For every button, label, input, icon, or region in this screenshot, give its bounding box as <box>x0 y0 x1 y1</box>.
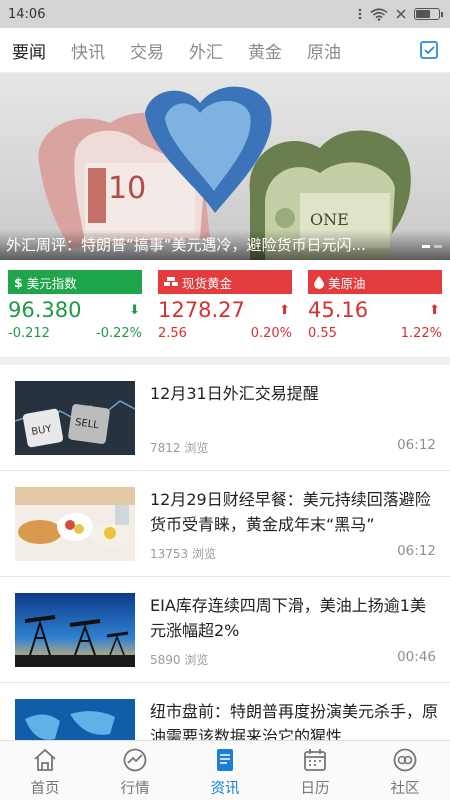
quote-change-pct: -0.22% <box>96 326 142 341</box>
signal-off-icon <box>396 9 406 19</box>
list-item[interactable]: 纽市盘前：特朗普再度扮演美元杀手，原油需要该数据来治它的猩性 <box>0 683 450 740</box>
news-thumbnail <box>15 593 135 667</box>
tab-crude-oil[interactable]: 原油 <box>307 38 341 63</box>
banner-dot <box>434 245 442 248</box>
tab-headlines[interactable]: 要闻 <box>12 38 46 63</box>
up-arrow-icon: ⬆ <box>279 302 290 318</box>
quote-tag: 现货黄金 <box>158 270 292 294</box>
quote-change: 0.55 <box>308 326 337 341</box>
news-views: 7812 浏览 <box>150 441 209 455</box>
news-title: 12月29日财经早餐：美元持续回落避险货币受青睐，黄金成年末“黑马” <box>150 490 431 534</box>
news-thumbnail <box>15 487 135 561</box>
quote-change-pct: 1.22% <box>400 326 442 341</box>
banner-caption: 外汇周评：特朗普“搞事”美元遇冷，避险货币日元闪... <box>0 230 450 260</box>
tab-forex[interactable]: 外汇 <box>189 38 223 63</box>
headline-banner[interactable]: 10 ONE 外汇周评：特朗普“搞事”美元遇冷，避险货币日元闪... <box>0 73 450 260</box>
quote-spot-gold[interactable]: 现货黄金 1278.27 ⬆ 2.56 0.20% <box>158 270 292 357</box>
quote-tag: 美原油 <box>308 270 442 294</box>
up-arrow-icon: ⬆ <box>429 302 440 318</box>
news-icon <box>217 749 233 771</box>
down-arrow-icon: ⬇ <box>129 302 140 318</box>
quote-tag: $ 美元指数 <box>8 270 142 294</box>
nav-news[interactable]: 资讯 <box>180 741 270 800</box>
nav-home[interactable]: 首页 <box>0 741 90 800</box>
bottom-navigation: 首页 行情 资讯 日历 社区 <box>0 740 450 800</box>
section-divider <box>0 357 450 365</box>
news-views: 13753 浏览 <box>150 547 216 561</box>
nav-label: 日历 <box>300 781 330 797</box>
quote-name: 美元指数 <box>26 275 77 291</box>
calendar-icon <box>304 749 326 771</box>
banner-pagination <box>422 245 442 248</box>
news-time: 00:46 <box>397 649 436 665</box>
oil-drop-icon <box>314 275 324 289</box>
news-thumbnail: BUY SELL <box>15 381 135 455</box>
edit-tabs-icon[interactable] <box>418 39 440 61</box>
chart-icon <box>123 748 147 772</box>
quote-crude-oil[interactable]: 美原油 45.16 ⬆ 0.55 1.22% <box>308 270 442 357</box>
quote-change-pct: 0.20% <box>250 326 292 341</box>
more-dots-icon <box>358 8 362 20</box>
nav-label: 资讯 <box>210 781 240 797</box>
list-item[interactable]: BUY SELL 12月31日外汇交易提醒 7812 浏览 06:12 <box>0 365 450 471</box>
quote-name: 美原油 <box>328 275 366 291</box>
quote-price: 1278.27 <box>158 298 245 322</box>
community-icon <box>393 748 417 772</box>
battery-icon <box>414 8 443 20</box>
home-icon <box>34 748 56 771</box>
status-time: 14:06 <box>8 6 46 22</box>
nav-label: 首页 <box>30 781 60 797</box>
news-thumbnail <box>15 699 135 740</box>
quote-name: 现货黄金 <box>182 275 233 291</box>
list-item[interactable]: 12月29日财经早餐：美元持续回落避险货币受青睐，黄金成年末“黑马” 13753… <box>0 471 450 577</box>
nav-label: 社区 <box>390 781 420 797</box>
nav-label: 行情 <box>120 781 150 797</box>
category-tabs: 要闻 快讯 交易 外汇 黄金 原油 <box>0 28 450 73</box>
tab-gold[interactable]: 黄金 <box>248 38 282 63</box>
tab-flash[interactable]: 快讯 <box>71 38 105 63</box>
nav-community[interactable]: 社区 <box>360 741 450 800</box>
news-time: 06:12 <box>397 437 436 453</box>
quote-usd-index[interactable]: $ 美元指数 96.380 ⬇ -0.212 -0.22% <box>8 270 142 357</box>
tab-trading[interactable]: 交易 <box>130 38 164 63</box>
news-list: BUY SELL 12月31日外汇交易提醒 7812 浏览 06:12 12月2… <box>0 365 450 740</box>
quote-price: 96.380 <box>8 298 82 322</box>
news-time: 06:12 <box>397 543 436 559</box>
quote-change: 2.56 <box>158 326 187 341</box>
dollar-icon: $ <box>14 274 23 290</box>
wifi-icon <box>370 7 388 21</box>
banner-dot <box>422 245 430 248</box>
svg-text:ONE: ONE <box>310 210 349 229</box>
gold-bars-icon <box>164 277 178 286</box>
news-title: EIA库存连续四周下滑，美油上扬逾1美元涨幅超2% <box>150 596 426 640</box>
quote-change: -0.212 <box>8 326 50 341</box>
nav-market[interactable]: 行情 <box>90 741 180 800</box>
news-views: 5890 浏览 <box>150 653 209 667</box>
nav-calendar[interactable]: 日历 <box>270 741 360 800</box>
status-icons <box>358 7 443 21</box>
status-bar: 14:06 <box>0 0 450 28</box>
news-title: 纽市盘前：特朗普再度扮演美元杀手，原油需要该数据来治它的猩性 <box>150 702 438 740</box>
news-title: 12月31日外汇交易提醒 <box>150 384 319 403</box>
quote-price: 45.16 <box>308 298 369 322</box>
svg-text:10: 10 <box>108 171 146 206</box>
market-quotes: $ 美元指数 96.380 ⬇ -0.212 -0.22% 现货黄金 1278.… <box>0 260 450 357</box>
list-item[interactable]: EIA库存连续四周下滑，美油上扬逾1美元涨幅超2% 5890 浏览 00:46 <box>0 577 450 683</box>
